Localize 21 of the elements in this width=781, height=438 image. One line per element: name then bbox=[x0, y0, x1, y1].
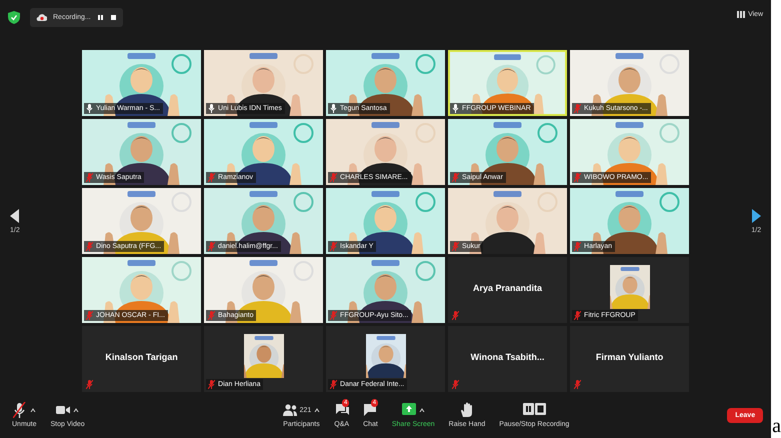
stop-icon[interactable] bbox=[110, 14, 117, 21]
pause-stop-icon bbox=[522, 402, 546, 418]
caret-icon[interactable] bbox=[314, 408, 320, 412]
participant-name: Firman Yulianto bbox=[594, 352, 664, 362]
stray-text: a bbox=[772, 416, 781, 436]
share-screen-icon bbox=[402, 402, 416, 418]
participant-name: Arya Pranandita bbox=[472, 283, 544, 293]
shield-icon bbox=[8, 11, 20, 24]
participant-name: Winona Tsabith... bbox=[470, 352, 546, 362]
people-icon bbox=[282, 402, 297, 418]
participant-name: Kinalson Tarigan bbox=[104, 352, 179, 362]
grid-icon bbox=[737, 11, 746, 18]
cloud-icon bbox=[36, 13, 47, 22]
chat-bubble-icon bbox=[363, 402, 378, 418]
caret-icon[interactable] bbox=[418, 408, 425, 412]
caret-icon[interactable] bbox=[73, 408, 80, 412]
next-page-icon[interactable] bbox=[752, 208, 762, 222]
previous-page-icon[interactable] bbox=[10, 208, 19, 222]
hand-icon bbox=[460, 402, 474, 418]
caret-icon[interactable] bbox=[30, 408, 36, 412]
pause-icon[interactable] bbox=[96, 14, 104, 21]
